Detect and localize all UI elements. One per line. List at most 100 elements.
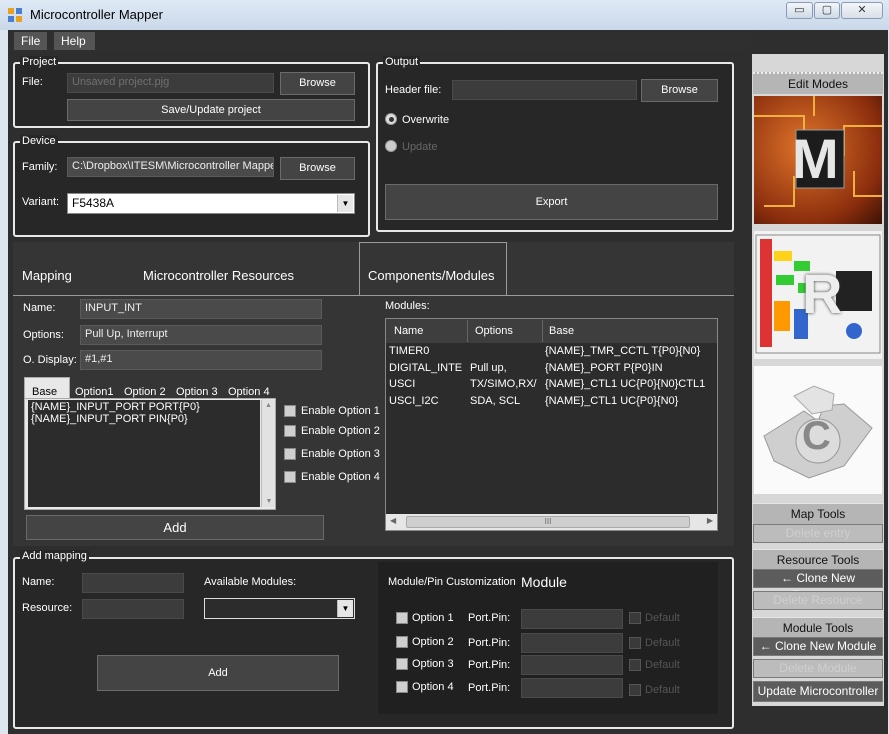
scroll-left-icon[interactable]: ◀ [390, 516, 396, 525]
module-row-options[interactable]: SDA, SCL [470, 395, 540, 407]
device-browse-button[interactable]: Browse [280, 157, 355, 180]
option3-checkbox[interactable] [396, 658, 408, 670]
enable-option4-label: Enable Option 4 [301, 471, 380, 483]
overwrite-label: Overwrite [402, 114, 450, 126]
header-file-field[interactable] [452, 80, 637, 100]
scroll-up-icon[interactable]: ▲ [262, 402, 275, 409]
default3-checkbox[interactable] [629, 659, 641, 671]
clone-module-button[interactable]: ← Clone New Module [753, 637, 883, 656]
edit-mode-m-tile[interactable]: M [754, 96, 882, 224]
project-browse-button[interactable]: Browse [280, 72, 355, 95]
delete-module-button[interactable]: Delete Module [753, 659, 883, 678]
family-field[interactable]: C:\Dropbox\ITESM\Microcontroller Mappe [67, 157, 274, 177]
enable-option2-checkbox[interactable] [284, 425, 296, 437]
delete-entry-button[interactable]: Delete entry [753, 524, 883, 543]
enable-option1-label: Enable Option 1 [301, 405, 380, 417]
subtab-base[interactable]: Base [24, 377, 70, 399]
enable-option2-label: Enable Option 2 [301, 425, 380, 437]
module-row-base[interactable]: {NAME}_CTL1 UC{P0}{N0} [545, 395, 715, 407]
enable-option3-checkbox[interactable] [284, 448, 296, 460]
option3-label: Option 3 [412, 658, 454, 670]
menu-help[interactable]: Help [54, 32, 95, 50]
module-row-name[interactable]: TIMER0 [389, 345, 467, 357]
module-row-name[interactable]: DIGITAL_INTE [389, 362, 467, 374]
resource-tools-header: Resource Tools [753, 549, 883, 570]
col-divider [542, 320, 543, 342]
default3-label: Default [645, 659, 680, 671]
project-group-title: Project [20, 56, 59, 68]
module-row-base[interactable]: {NAME}_TMR_CCTL T{P0}{N0} [545, 345, 715, 357]
code-textarea[interactable]: {NAME}_INPUT_PORT PORT{P0} {NAME}_INPUT_… [28, 400, 260, 507]
col-header-name[interactable]: Name [394, 325, 423, 337]
option4-checkbox[interactable] [396, 681, 408, 693]
portpin2-field[interactable] [521, 633, 623, 653]
portpin3-field[interactable] [521, 655, 623, 675]
add-resource-button[interactable]: Add [26, 515, 324, 540]
subtab-option2[interactable]: Option 2 [124, 386, 166, 398]
default1-checkbox[interactable] [629, 612, 641, 624]
menu-file[interactable]: File [14, 32, 48, 50]
default2-checkbox[interactable] [629, 637, 641, 649]
scroll-thumb[interactable]: III [406, 516, 690, 528]
export-button[interactable]: Export [385, 184, 718, 220]
option2-checkbox[interactable] [396, 636, 408, 648]
enable-option1-checkbox[interactable] [284, 405, 296, 417]
module-row-name[interactable]: USCI_I2C [389, 395, 467, 407]
modules-hscrollbar[interactable]: ◀ III ▶ [386, 514, 717, 530]
map-resource-field[interactable] [82, 599, 184, 619]
code-scrollbar[interactable]: ▲ ▼ [261, 400, 275, 507]
variant-select[interactable]: F5438A ▼ [67, 193, 355, 214]
res-name-field[interactable]: INPUT_INT [80, 299, 322, 319]
chevron-down-icon[interactable]: ▼ [337, 600, 353, 617]
menu-bar [8, 30, 751, 52]
map-name-field[interactable] [82, 573, 184, 593]
minimize-icon: ▭ [794, 4, 805, 16]
subtab-option3[interactable]: Option 3 [176, 386, 218, 398]
portpin4-field[interactable] [521, 678, 623, 698]
close-button[interactable]: ✕ [841, 2, 883, 19]
option1-checkbox[interactable] [396, 612, 408, 624]
update-label: Update [402, 141, 438, 153]
edit-mode-c-tile[interactable]: C [754, 366, 882, 494]
col-header-options[interactable]: Options [475, 325, 513, 337]
default4-checkbox[interactable] [629, 684, 641, 696]
app-icon [8, 8, 22, 22]
tab-components[interactable]: Components/Modules [368, 268, 494, 283]
minimize-button[interactable]: ▭ [786, 2, 813, 19]
project-file-field[interactable]: Unsaved project.pjg [67, 73, 274, 93]
variant-value: F5438A [72, 196, 115, 210]
enable-option4-checkbox[interactable] [284, 471, 296, 483]
res-options-field[interactable]: Pull Up, Interrupt [80, 325, 322, 345]
module-row-base[interactable]: {NAME}_CTL1 UC{P0}{N0}CTL1 [545, 378, 715, 390]
edit-mode-r-tile[interactable]: R [754, 231, 882, 359]
module-row-base[interactable]: {NAME}_PORT P{P0}IN [545, 362, 715, 374]
res-options-label: Options: [23, 329, 64, 341]
tab-resources[interactable]: Microcontroller Resources [143, 268, 294, 283]
delete-resource-button[interactable]: Delete Resource [753, 591, 883, 610]
module-row-options[interactable]: TX/SIMO,RX/ [470, 378, 540, 390]
chevron-down-icon[interactable]: ▼ [337, 195, 353, 212]
output-browse-button[interactable]: Browse [641, 79, 718, 102]
scroll-right-icon[interactable]: ▶ [707, 516, 713, 525]
clone-resource-button[interactable]: ← Clone New Resource [753, 569, 883, 602]
scroll-down-icon[interactable]: ▼ [262, 498, 276, 505]
maximize-button[interactable]: ▢ [814, 2, 840, 19]
update-microcontroller-button[interactable]: Update Microcontroller [753, 681, 883, 702]
module-row-options[interactable]: Pull up, [470, 362, 540, 374]
res-odisplay-field[interactable]: #1,#1 [80, 350, 322, 370]
tab-divider [13, 295, 734, 296]
add-mapping-title: Add mapping [20, 550, 89, 562]
tab-mapping[interactable]: Mapping [22, 268, 72, 283]
module-row-name[interactable]: USCI [389, 378, 467, 390]
add-mapping-button[interactable]: Add [97, 655, 339, 691]
option4-label: Option 4 [412, 681, 454, 693]
update-radio[interactable] [385, 140, 397, 152]
available-modules-select[interactable]: ▼ [204, 598, 355, 619]
col-header-base[interactable]: Base [549, 325, 574, 337]
save-project-button[interactable]: Save/Update project [67, 99, 355, 121]
subtab-option4[interactable]: Option 4 [228, 386, 270, 398]
portpin1-field[interactable] [521, 609, 623, 629]
map-name-label: Name: [22, 576, 55, 588]
subtab-option1[interactable]: Option1 [75, 386, 114, 398]
overwrite-radio[interactable] [385, 113, 397, 125]
